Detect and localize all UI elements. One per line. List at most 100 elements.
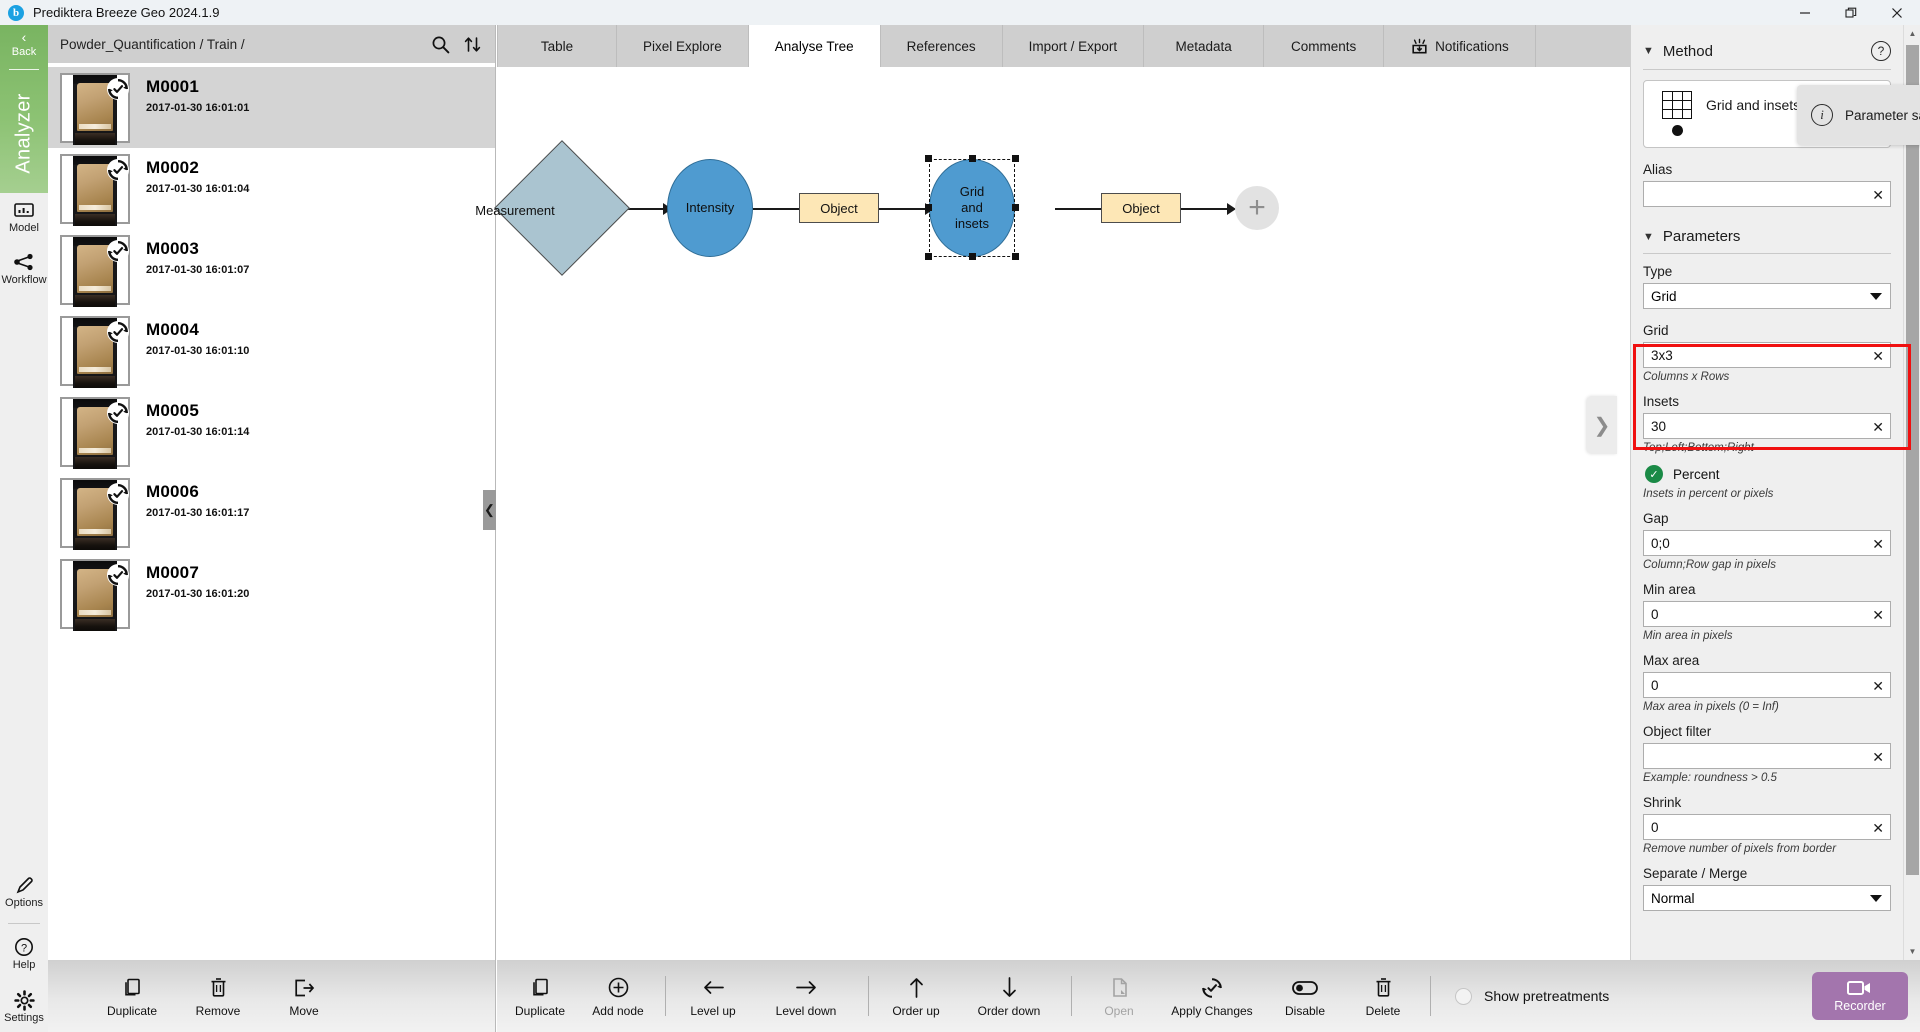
delete-button[interactable]: Delete xyxy=(1352,975,1414,1018)
resize-handle-bl[interactable] xyxy=(925,253,932,260)
scrollbar-thumb[interactable] xyxy=(1906,45,1919,875)
scroll-up-icon[interactable]: ▲ xyxy=(1904,25,1920,42)
clear-icon[interactable]: ✕ xyxy=(1872,747,1884,767)
measurement-thumbnail[interactable] xyxy=(60,316,130,386)
tab-notifications[interactable]: Notifications xyxy=(1384,25,1536,67)
properties-scrollbar[interactable]: ▲ ▼ xyxy=(1903,25,1920,960)
min_area-field[interactable]: ✕ xyxy=(1643,601,1891,627)
clear-icon[interactable]: ✕ xyxy=(1872,417,1884,437)
max_area-input[interactable] xyxy=(1644,673,1890,697)
method-section-header[interactable]: ▼ Method ? xyxy=(1643,35,1891,69)
measurement-list-item[interactable]: M00032017-01-30 16:01:07 xyxy=(48,229,495,310)
sidebar-item-help[interactable]: ? Help xyxy=(0,937,48,971)
measurement-thumbnail[interactable] xyxy=(60,235,130,305)
object_filter-input[interactable] xyxy=(1644,744,1890,768)
resize-handle-bc[interactable] xyxy=(969,253,976,260)
move-measurement-button[interactable]: Move xyxy=(276,975,332,1018)
remove-measurement-button[interactable]: Remove xyxy=(190,975,246,1018)
alias-field[interactable]: ✕ xyxy=(1643,181,1891,207)
alias-input[interactable] xyxy=(1644,182,1890,206)
tree-node-add[interactable]: + xyxy=(1235,186,1279,230)
level-up-button[interactable]: Level up xyxy=(682,975,744,1018)
measurement-list-item[interactable]: M00062017-01-30 16:01:17 xyxy=(48,472,495,553)
tab-metadata[interactable]: Metadata xyxy=(1144,25,1264,67)
left-panel-collapse-handle[interactable]: ❮ xyxy=(483,490,496,530)
back-button[interactable]: ‹ Back xyxy=(0,29,48,59)
tab-table[interactable]: Table xyxy=(497,25,617,67)
type-select[interactable]: Grid xyxy=(1643,283,1891,309)
order-down-button[interactable]: Order down xyxy=(963,975,1055,1018)
tab-import-export[interactable]: Import / Export xyxy=(1003,25,1145,67)
grid-input[interactable] xyxy=(1644,343,1890,367)
sidebar-item-settings[interactable]: Settings xyxy=(0,990,48,1024)
duplicate-measurement-button[interactable]: Duplicate xyxy=(104,975,160,1018)
resize-handle-br[interactable] xyxy=(1012,253,1019,260)
recorder-button[interactable]: Recorder xyxy=(1812,972,1908,1020)
apply-changes-button[interactable]: Apply Changes xyxy=(1166,975,1258,1018)
minimize-button[interactable] xyxy=(1782,0,1828,25)
measurement-thumbnail[interactable] xyxy=(60,154,130,224)
resize-handle-ml[interactable] xyxy=(925,204,932,211)
clear-icon[interactable]: ✕ xyxy=(1872,534,1884,554)
measurement-list-item[interactable]: M00012017-01-30 16:01:01 xyxy=(48,67,495,148)
close-button[interactable] xyxy=(1874,0,1920,25)
tree-node-grid-and-insets[interactable]: Gridandinsets xyxy=(929,159,1015,257)
separate_merge-select[interactable]: Normal xyxy=(1643,885,1891,911)
gap-input[interactable] xyxy=(1644,531,1890,555)
disable-button[interactable]: Disable xyxy=(1274,975,1336,1018)
tab-bar[interactable]: TablePixel ExploreAnalyse TreeReferences… xyxy=(497,25,1630,67)
tree-node-measurement[interactable]: Measurement xyxy=(467,162,657,258)
resize-handle-tc[interactable] xyxy=(969,155,976,162)
object_filter-field[interactable]: ✕ xyxy=(1643,743,1891,769)
measurement-thumbnail[interactable] xyxy=(60,559,130,629)
search-icon[interactable] xyxy=(429,33,451,55)
measurement-list-item[interactable]: M00042017-01-30 16:01:10 xyxy=(48,310,495,391)
maximize-button[interactable] xyxy=(1828,0,1874,25)
tab-comments[interactable]: Comments xyxy=(1264,25,1384,67)
add-node-button[interactable]: Add node xyxy=(587,975,649,1018)
grid-field[interactable]: ✕ xyxy=(1643,342,1891,368)
scroll-down-icon[interactable]: ▼ xyxy=(1904,943,1920,960)
resize-handle-tr[interactable] xyxy=(1012,155,1019,162)
shrink-input[interactable] xyxy=(1644,815,1890,839)
analyse-tree-canvas[interactable]: Measurement Intensity Object Gridandinse… xyxy=(497,67,1630,960)
tab-references[interactable]: References xyxy=(881,25,1003,67)
percent-checkbox[interactable]: ✓Percent xyxy=(1645,465,1891,483)
right-panel-collapse-handle[interactable]: ❯ xyxy=(1587,396,1617,454)
measurement-thumbnail[interactable] xyxy=(60,397,130,467)
clear-icon[interactable]: ✕ xyxy=(1872,346,1884,366)
measurement-thumbnail[interactable] xyxy=(60,478,130,548)
resize-handle-mr[interactable] xyxy=(1012,204,1019,211)
gap-field[interactable]: ✕ xyxy=(1643,530,1891,556)
clear-icon[interactable]: ✕ xyxy=(1872,818,1884,838)
resize-handle-tl[interactable] xyxy=(925,155,932,162)
sidebar-item-model[interactable]: Model xyxy=(0,200,48,234)
measurement-list-item[interactable]: M00072017-01-30 16:01:20 xyxy=(48,553,495,634)
measurement-thumbnail[interactable] xyxy=(60,73,130,143)
show-pretreatments-toggle[interactable]: Show pretreatments xyxy=(1455,988,1609,1005)
order-up-button[interactable]: Order up xyxy=(885,975,947,1018)
sidebar-item-workflow[interactable]: Workflow xyxy=(0,252,48,286)
measurement-list[interactable]: M00012017-01-30 16:01:01M00022017-01-30 … xyxy=(48,63,495,960)
max_area-field[interactable]: ✕ xyxy=(1643,672,1891,698)
radio-icon[interactable] xyxy=(1455,988,1472,1005)
duplicate-button[interactable]: Duplicate xyxy=(509,975,571,1018)
measurement-list-item[interactable]: M00022017-01-30 16:01:04 xyxy=(48,148,495,229)
clear-icon[interactable]: ✕ xyxy=(1872,676,1884,696)
tree-node-intensity[interactable]: Intensity xyxy=(667,159,753,257)
min_area-input[interactable] xyxy=(1644,602,1890,626)
tree-node-object-1[interactable]: Object xyxy=(799,193,879,223)
clear-icon[interactable]: ✕ xyxy=(1872,185,1884,205)
tab-analyse-tree[interactable]: Analyse Tree xyxy=(749,25,881,67)
clear-icon[interactable]: ✕ xyxy=(1872,605,1884,625)
sort-icon[interactable] xyxy=(461,33,483,55)
tab-pixel-explore[interactable]: Pixel Explore xyxy=(617,25,749,67)
insets-input[interactable] xyxy=(1644,414,1890,438)
help-icon[interactable]: ? xyxy=(1871,41,1891,61)
shrink-field[interactable]: ✕ xyxy=(1643,814,1891,840)
parameters-section-header[interactable]: ▼ Parameters xyxy=(1643,222,1891,253)
level-down-button[interactable]: Level down xyxy=(760,975,852,1018)
tree-node-object-2[interactable]: Object xyxy=(1101,193,1181,223)
sidebar-item-options[interactable]: Options xyxy=(0,875,48,909)
measurement-list-item[interactable]: M00052017-01-30 16:01:14 xyxy=(48,391,495,472)
